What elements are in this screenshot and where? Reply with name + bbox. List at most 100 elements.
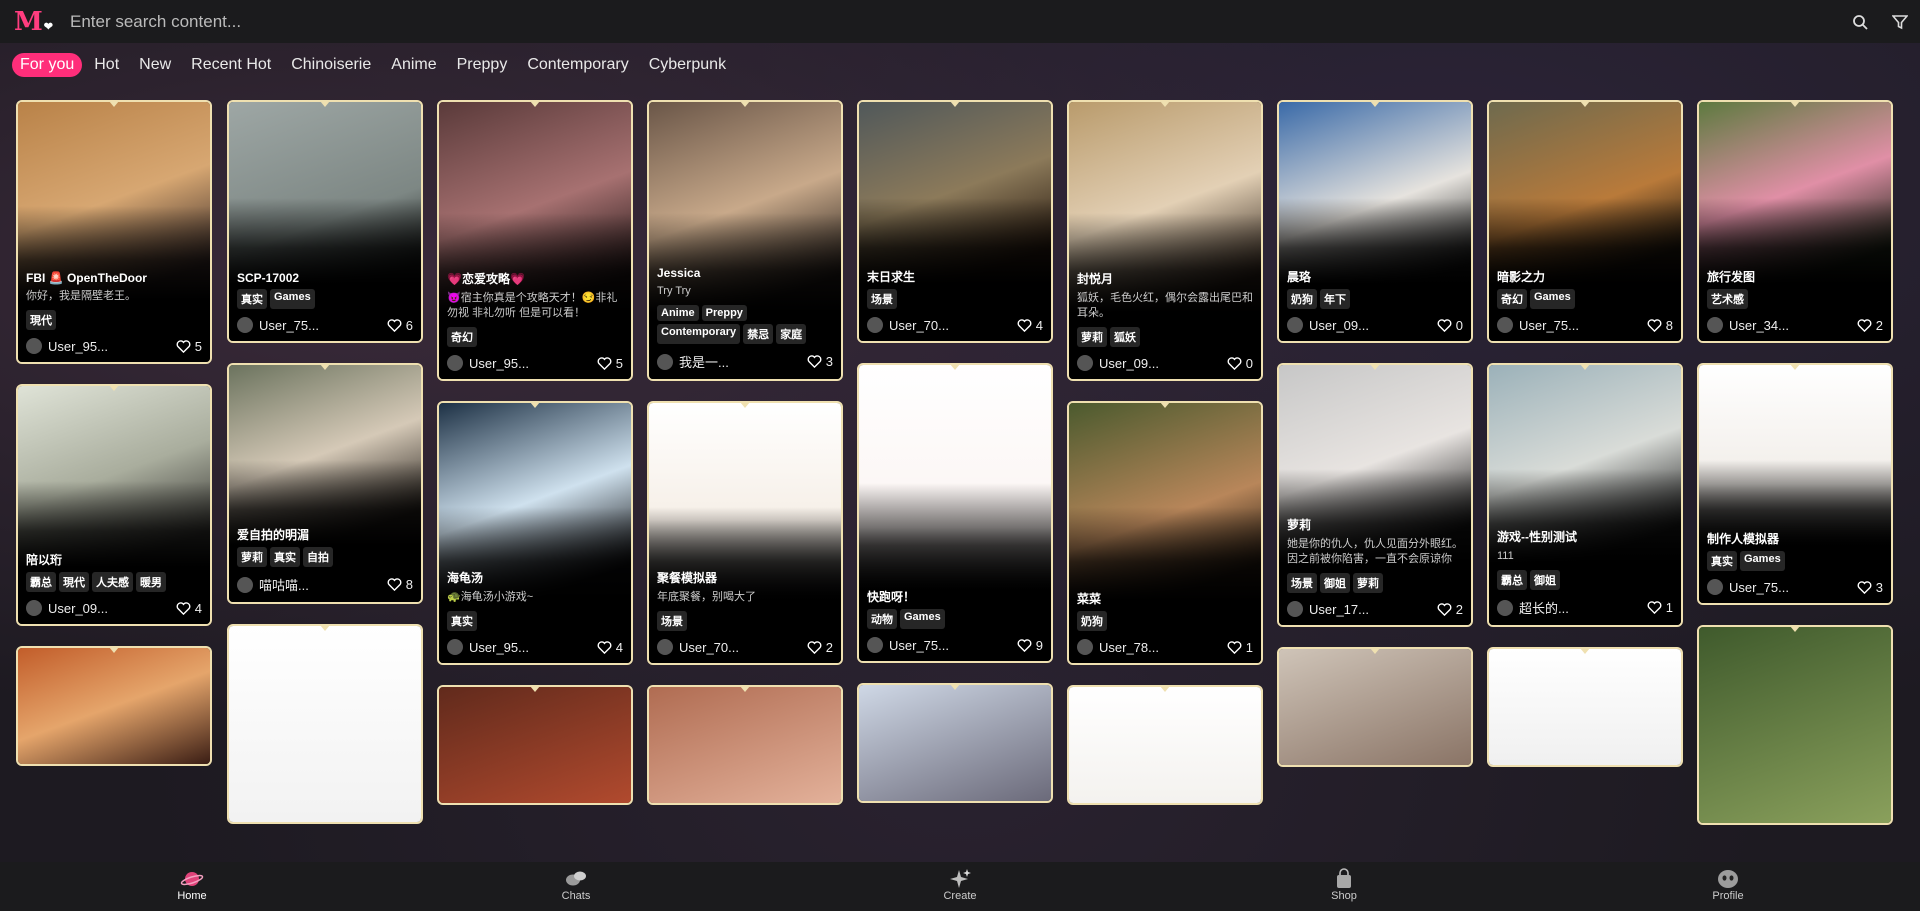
tab-anime[interactable]: Anime xyxy=(383,53,444,77)
tag-chip[interactable]: 御姐 xyxy=(1320,573,1350,593)
character-card[interactable] xyxy=(1067,685,1263,805)
filter-icon[interactable] xyxy=(1880,0,1920,43)
like-button[interactable]: 8 xyxy=(387,577,413,592)
tag-chip[interactable]: 奶狗 xyxy=(1077,611,1107,631)
tag-chip[interactable]: 奶狗 xyxy=(1287,289,1317,309)
card-author[interactable]: User_75... xyxy=(1497,317,1579,333)
tag-chip[interactable]: 真实 xyxy=(447,611,477,631)
tab-hot[interactable]: Hot xyxy=(86,53,127,77)
tag-chip[interactable]: 自拍 xyxy=(303,547,333,567)
tag-chip[interactable]: Games xyxy=(1530,289,1575,309)
character-card[interactable] xyxy=(437,685,633,805)
character-card[interactable]: Jessica Try Try Anime Preppy Contemporary 禁忌家… xyxy=(647,100,843,381)
tag-chip[interactable]: Contemporary xyxy=(657,324,741,344)
character-card[interactable]: 制作人模拟器 真实 Games User_75... 3 xyxy=(1697,363,1893,605)
tag-chip[interactable]: 禁忌 xyxy=(743,324,774,344)
search-icon[interactable] xyxy=(1840,0,1880,43)
card-author[interactable]: User_95... xyxy=(447,355,529,371)
tab-cyberpunk[interactable]: Cyberpunk xyxy=(641,53,734,77)
like-button[interactable]: 2 xyxy=(807,640,833,655)
tab-contemporary[interactable]: Contemporary xyxy=(519,53,636,77)
like-button[interactable]: 1 xyxy=(1227,640,1253,655)
like-button[interactable]: 3 xyxy=(1857,580,1883,595)
tag-chip[interactable]: 场景 xyxy=(657,611,687,631)
character-card[interactable]: 暗影之力 奇幻 Games User_75... 8 xyxy=(1487,100,1683,343)
card-author[interactable]: User_75... xyxy=(867,637,949,653)
like-button[interactable]: 4 xyxy=(176,601,202,616)
tab-chinoiserie[interactable]: Chinoiserie xyxy=(283,53,379,77)
tag-chip[interactable]: Games xyxy=(1740,551,1785,571)
character-card[interactable] xyxy=(1487,647,1683,767)
character-card[interactable]: 菜菜 奶狗 User_78... 1 xyxy=(1067,401,1263,665)
tab-recent-hot[interactable]: Recent Hot xyxy=(183,53,279,77)
search-input[interactable] xyxy=(70,11,1840,32)
character-card[interactable]: SCP-17002 真实 Games User_75... 6 xyxy=(227,100,423,343)
like-button[interactable]: 3 xyxy=(807,354,833,369)
card-author[interactable]: 我是一... xyxy=(657,352,729,371)
tag-chip[interactable]: 家庭 xyxy=(776,324,807,344)
tag-chip[interactable]: 人夫感 xyxy=(92,572,133,592)
like-button[interactable]: 2 xyxy=(1857,318,1883,333)
like-button[interactable]: 5 xyxy=(597,356,623,371)
like-button[interactable]: 4 xyxy=(597,640,623,655)
character-card[interactable]: 封悦月 狐妖，毛色火红，偶尔会露出尾巴和耳朵。 萝莉 狐妖 User_09... 0 xyxy=(1067,100,1263,381)
tag-chip[interactable]: 奇幻 xyxy=(447,327,477,347)
tag-chip[interactable]: 真实 xyxy=(237,289,267,309)
card-author[interactable]: User_34... xyxy=(1707,317,1789,333)
tag-chip[interactable]: 场景 xyxy=(867,289,897,309)
tag-chip[interactable]: 真实 xyxy=(1707,551,1737,571)
character-card[interactable] xyxy=(647,685,843,805)
card-author[interactable]: 超长的... xyxy=(1497,598,1569,617)
like-button[interactable]: 6 xyxy=(387,318,413,333)
character-card[interactable]: 末日求生 场景 User_70... 4 xyxy=(857,100,1053,343)
character-card[interactable] xyxy=(1277,647,1473,767)
character-card[interactable]: 爱自拍的明湄 萝莉 真实 自拍 喵咕喵... 8 xyxy=(227,363,423,604)
like-button[interactable]: 5 xyxy=(176,339,202,354)
like-button[interactable]: 9 xyxy=(1017,638,1043,653)
tag-chip[interactable]: 萝莉 xyxy=(1353,573,1383,593)
tag-chip[interactable]: 霸总 xyxy=(1497,570,1527,590)
tag-chip[interactable]: 真实 xyxy=(270,547,300,567)
tab-new[interactable]: New xyxy=(131,53,179,77)
like-button[interactable]: 0 xyxy=(1437,318,1463,333)
card-author[interactable]: User_75... xyxy=(237,317,319,333)
like-button[interactable]: 1 xyxy=(1647,600,1673,615)
card-author[interactable]: User_09... xyxy=(1287,317,1369,333)
character-card[interactable]: 💗恋爱攻略💗 😈宿主你真是个攻略天才！😏非礼勿视 非礼勿听 但是可以看！ 奇幻 Use… xyxy=(437,100,633,381)
card-author[interactable]: User_09... xyxy=(1077,355,1159,371)
tag-chip[interactable]: 动物 xyxy=(867,609,897,629)
tag-chip[interactable]: 艺术感 xyxy=(1707,289,1748,309)
character-card[interactable] xyxy=(16,646,212,766)
card-author[interactable]: 喵咕喵... xyxy=(237,575,309,594)
tag-chip[interactable]: 场景 xyxy=(1287,573,1317,593)
tag-chip[interactable]: 霸总 xyxy=(26,572,56,592)
tag-chip[interactable]: 萝莉 xyxy=(1077,327,1107,347)
character-card[interactable] xyxy=(857,683,1053,803)
character-card[interactable]: FBI 🚨 OpenTheDoor 你好，我是隔壁老王。 現代 User_95... 5 xyxy=(16,100,212,364)
nav-chats[interactable]: Chats xyxy=(536,868,616,902)
character-card[interactable]: 旅行发图 艺术感 User_34... 2 xyxy=(1697,100,1893,343)
nav-create[interactable]: Create xyxy=(920,868,1000,902)
character-card[interactable]: 海龟汤 🐢海龟汤小游戏~ 真实 User_95... 4 xyxy=(437,401,633,665)
nav-shop[interactable]: Shop xyxy=(1304,868,1384,902)
card-author[interactable]: User_95... xyxy=(447,639,529,655)
tag-chip[interactable]: 年下 xyxy=(1320,289,1350,309)
character-card[interactable] xyxy=(227,624,423,824)
like-button[interactable]: 0 xyxy=(1227,356,1253,371)
card-author[interactable]: User_70... xyxy=(657,639,739,655)
character-card[interactable]: 游戏--性别测试 111 霸总 御姐 超长的... 1 xyxy=(1487,363,1683,627)
tag-chip[interactable]: 萝莉 xyxy=(237,547,267,567)
card-author[interactable]: User_17... xyxy=(1287,601,1369,617)
character-card[interactable]: 晨珞 奶狗 年下 User_09... 0 xyxy=(1277,100,1473,343)
tag-chip[interactable]: 現代 xyxy=(59,572,89,592)
tag-chip[interactable]: Games xyxy=(270,289,315,309)
tag-chip[interactable]: 狐妖 xyxy=(1110,327,1140,347)
nav-profile[interactable]: Profile xyxy=(1688,868,1768,902)
like-button[interactable]: 4 xyxy=(1017,318,1043,333)
tag-chip[interactable]: 御姐 xyxy=(1530,570,1560,590)
tag-chip[interactable]: 奇幻 xyxy=(1497,289,1527,309)
character-card[interactable]: 陪以珩 霸总 現代 人夫感 暖男 User_09... 4 xyxy=(16,384,212,626)
tag-chip[interactable]: Games xyxy=(900,609,945,629)
character-card[interactable] xyxy=(1697,625,1893,825)
app-logo[interactable]: M ❤ xyxy=(0,0,70,43)
